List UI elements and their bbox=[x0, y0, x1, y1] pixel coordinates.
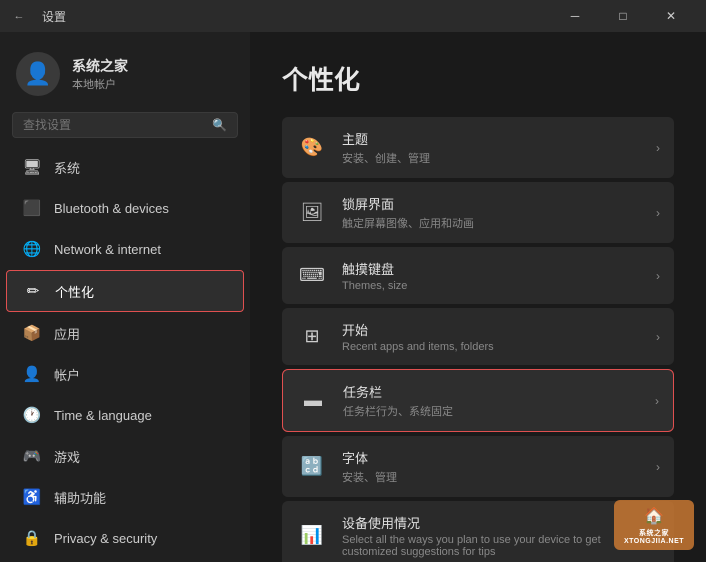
lockscreen-desc: 触定屏幕图像、应用和动画 bbox=[342, 215, 642, 231]
touchkeyboard-text: 触摸键盘 Themes, size bbox=[342, 259, 642, 292]
sidebar-item-label: Network & internet bbox=[54, 242, 161, 257]
fonts-text: 字体 安装、管理 bbox=[342, 448, 642, 485]
search-icon: 🔍 bbox=[212, 118, 227, 132]
titlebar-nav: ← 设置 bbox=[12, 8, 66, 25]
back-button[interactable]: ← bbox=[12, 9, 26, 23]
settings-item-start[interactable]: ⊞ 开始 Recent apps and items, folders › bbox=[282, 308, 674, 365]
lockscreen-text: 锁屏界面 触定屏幕图像、应用和动画 bbox=[342, 194, 642, 231]
start-chevron: › bbox=[656, 330, 660, 344]
settings-item-theme[interactable]: 🎨 主题 安装、创建、管理 › bbox=[282, 117, 674, 178]
touchkeyboard-chevron: › bbox=[656, 269, 660, 283]
sidebar-item-label: Privacy & security bbox=[54, 531, 157, 546]
avatar: 👤 bbox=[16, 52, 60, 96]
sidebar-item-label: 系统 bbox=[54, 158, 80, 177]
time-icon: 🕐 bbox=[22, 405, 42, 425]
system-icon: 🖥 bbox=[22, 157, 42, 177]
sidebar-item-accounts[interactable]: 👤 帐户 bbox=[6, 354, 244, 394]
user-section[interactable]: 👤 系统之家 本地帐户 bbox=[0, 32, 250, 112]
user-info: 系统之家 本地帐户 bbox=[72, 56, 128, 92]
user-name: 系统之家 bbox=[72, 56, 128, 76]
sidebar-item-privacy[interactable]: 🔒 Privacy & security bbox=[6, 518, 244, 558]
sidebar-item-label: 帐户 bbox=[54, 365, 80, 384]
nav-list: 🖥 系统 ⬛ Bluetooth & devices 🌐 Network & i… bbox=[0, 146, 250, 562]
taskbar-icon: ▬ bbox=[297, 385, 329, 417]
sidebar-item-accessibility[interactable]: ♿ 辅助功能 bbox=[6, 477, 244, 517]
network-icon: 🌐 bbox=[22, 239, 42, 259]
taskbar-text: 任务栏 任务栏行为、系统固定 bbox=[343, 382, 641, 419]
settings-item-fonts[interactable]: 🔡 字体 安装、管理 › bbox=[282, 436, 674, 497]
start-icon: ⊞ bbox=[296, 321, 328, 353]
minimize-button[interactable]: ─ bbox=[552, 0, 598, 32]
touchkeyboard-desc: Themes, size bbox=[342, 280, 642, 292]
fonts-chevron: › bbox=[656, 460, 660, 474]
start-text: 开始 Recent apps and items, folders bbox=[342, 320, 642, 353]
watermark-icon: 🏠 bbox=[644, 506, 664, 526]
settings-item-lockscreen[interactable]: 🖼 锁屏界面 触定屏幕图像、应用和动画 › bbox=[282, 182, 674, 243]
taskbar-title: 任务栏 bbox=[343, 382, 641, 401]
deviceusage-title: 设备使用情况 bbox=[342, 513, 642, 532]
sidebar-item-label: 辅助功能 bbox=[54, 488, 106, 507]
settings-item-taskbar[interactable]: ➤ ▬ 任务栏 任务栏行为、系统固定 › bbox=[282, 369, 674, 432]
sidebar: 👤 系统之家 本地帐户 🔍 🖥 系统 ⬛ Bluetooth & devices… bbox=[0, 32, 250, 562]
sidebar-item-personalization[interactable]: ✏ 个性化 bbox=[6, 270, 244, 312]
sidebar-item-label: Bluetooth & devices bbox=[54, 201, 169, 216]
bluetooth-icon: ⬛ bbox=[22, 198, 42, 218]
sidebar-item-label: 应用 bbox=[54, 324, 80, 343]
sidebar-item-apps[interactable]: 📦 应用 bbox=[6, 313, 244, 353]
theme-icon: 🎨 bbox=[296, 132, 328, 164]
sidebar-item-gaming[interactable]: 🎮 游戏 bbox=[6, 436, 244, 476]
lockscreen-icon: 🖼 bbox=[296, 197, 328, 229]
fonts-desc: 安装、管理 bbox=[342, 469, 642, 485]
search-input[interactable] bbox=[23, 118, 204, 132]
sidebar-item-label: 游戏 bbox=[54, 447, 80, 466]
accessibility-icon: ♿ bbox=[22, 487, 42, 507]
taskbar-desc: 任务栏行为、系统固定 bbox=[343, 403, 641, 419]
titlebar-title: 设置 bbox=[42, 8, 66, 25]
search-box[interactable]: 🔍 bbox=[12, 112, 238, 138]
close-button[interactable]: ✕ bbox=[648, 0, 694, 32]
theme-title: 主题 bbox=[342, 129, 642, 148]
apps-icon: 📦 bbox=[22, 323, 42, 343]
page-title: 个性化 bbox=[282, 60, 674, 97]
sidebar-item-label: 个性化 bbox=[55, 282, 94, 301]
deviceusage-desc: Select all the ways you plan to use your… bbox=[342, 534, 642, 558]
arrow-indicator: ➤ bbox=[250, 384, 251, 417]
deviceusage-icon: 📊 bbox=[296, 520, 328, 552]
start-title: 开始 bbox=[342, 320, 642, 339]
watermark-line1: 系统之家 bbox=[639, 528, 669, 538]
watermark-line2: XTONGJIIA.NET bbox=[624, 538, 684, 545]
maximize-button[interactable]: □ bbox=[600, 0, 646, 32]
sidebar-item-network[interactable]: 🌐 Network & internet bbox=[6, 229, 244, 269]
sidebar-item-system[interactable]: 🖥 系统 bbox=[6, 147, 244, 187]
fonts-icon: 🔡 bbox=[296, 451, 328, 483]
deviceusage-text: 设备使用情况 Select all the ways you plan to u… bbox=[342, 513, 642, 558]
start-desc: Recent apps and items, folders bbox=[342, 341, 642, 353]
privacy-icon: 🔒 bbox=[22, 528, 42, 548]
lockscreen-title: 锁屏界面 bbox=[342, 194, 642, 213]
titlebar: ← 设置 ─ □ ✕ bbox=[0, 0, 706, 32]
accounts-icon: 👤 bbox=[22, 364, 42, 384]
gaming-icon: 🎮 bbox=[22, 446, 42, 466]
sidebar-item-bluetooth[interactable]: ⬛ Bluetooth & devices bbox=[6, 188, 244, 228]
settings-list: 🎨 主题 安装、创建、管理 › 🖼 锁屏界面 触定屏幕图像、应用和动画 › ⌨ … bbox=[282, 117, 674, 562]
watermark: 🏠 系统之家 XTONGJIIA.NET bbox=[614, 500, 694, 550]
personalization-icon: ✏ bbox=[23, 281, 43, 301]
sidebar-item-label: Time & language bbox=[54, 408, 152, 423]
touchkeyboard-icon: ⌨ bbox=[296, 260, 328, 292]
titlebar-controls: ─ □ ✕ bbox=[552, 0, 694, 32]
fonts-title: 字体 bbox=[342, 448, 642, 467]
theme-chevron: › bbox=[656, 141, 660, 155]
main-content: 👤 系统之家 本地帐户 🔍 🖥 系统 ⬛ Bluetooth & devices… bbox=[0, 32, 706, 562]
user-type: 本地帐户 bbox=[72, 76, 128, 92]
lockscreen-chevron: › bbox=[656, 206, 660, 220]
touchkeyboard-title: 触摸键盘 bbox=[342, 259, 642, 278]
theme-desc: 安装、创建、管理 bbox=[342, 150, 642, 166]
theme-text: 主题 安装、创建、管理 bbox=[342, 129, 642, 166]
sidebar-item-time[interactable]: 🕐 Time & language bbox=[6, 395, 244, 435]
content-area: 个性化 🎨 主题 安装、创建、管理 › 🖼 锁屏界面 触定屏幕图像、应用和动画 … bbox=[250, 32, 706, 562]
settings-item-touchkeyboard[interactable]: ⌨ 触摸键盘 Themes, size › bbox=[282, 247, 674, 304]
taskbar-chevron: › bbox=[655, 394, 659, 408]
